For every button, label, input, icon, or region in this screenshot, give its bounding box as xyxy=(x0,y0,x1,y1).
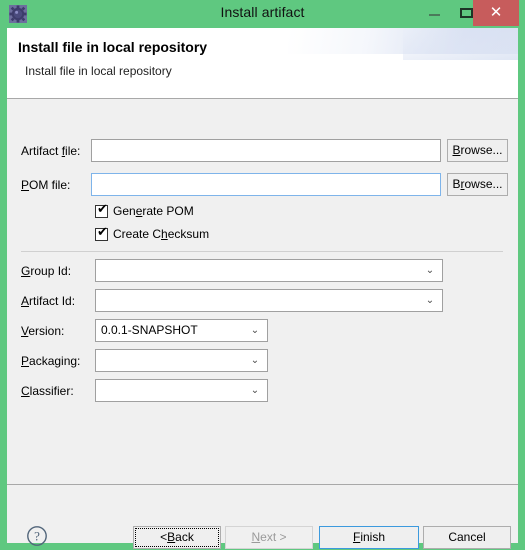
artifact-file-label: Artifact file: xyxy=(21,144,81,158)
close-icon: ✕ xyxy=(489,4,503,21)
cancel-button[interactable]: Cancel xyxy=(423,526,511,549)
chevron-down-icon: ⌄ xyxy=(425,294,435,306)
next-button-label: Next > xyxy=(251,530,287,544)
create-checksum-label: Create Checksum xyxy=(113,227,210,241)
pom-file-label: POM file: xyxy=(21,178,71,192)
section-divider xyxy=(21,251,503,252)
minimize-icon xyxy=(429,14,440,16)
banner-gradient-decoration-2 xyxy=(403,28,518,60)
classifier-label: Classifier: xyxy=(21,384,74,398)
group-id-label: Group Id: xyxy=(21,264,72,278)
classifier-combo[interactable]: ⌄ xyxy=(95,379,268,402)
finish-button-label: Finish xyxy=(352,530,386,544)
artifact-file-input[interactable] xyxy=(91,139,441,162)
wizard-title: Install file in local repository xyxy=(18,39,208,55)
version-label: Version: xyxy=(21,324,65,338)
next-button[interactable]: Next > xyxy=(225,526,313,549)
dialog-client-area: Install file in local repository Install… xyxy=(7,28,518,549)
version-value: 0.0.1-SNAPSHOT xyxy=(101,323,198,337)
version-combo[interactable]: 0.0.1-SNAPSHOT ⌄ xyxy=(95,319,268,342)
close-button[interactable]: ✕ xyxy=(473,0,519,26)
chevron-down-icon: ⌄ xyxy=(250,324,260,336)
checkmark-icon: ✔ xyxy=(97,202,108,217)
finish-button[interactable]: Finish xyxy=(319,526,419,549)
cancel-button-label: Cancel xyxy=(448,530,486,544)
wizard-header: Install file in local repository Install… xyxy=(7,28,518,98)
generate-pom-label: Generate POM xyxy=(113,204,194,218)
group-id-combo[interactable]: ⌄ xyxy=(95,259,443,282)
maximize-icon xyxy=(460,8,473,18)
back-button-label: < Back xyxy=(160,530,194,544)
dialog-button-bar: ? < Back Next > Finish Cancel xyxy=(7,485,518,549)
help-icon[interactable]: ? xyxy=(26,525,48,547)
generate-pom-checkbox-box: ✔ xyxy=(95,202,108,218)
pom-file-browse-button[interactable]: Browse... xyxy=(447,173,508,196)
chevron-down-icon: ⌄ xyxy=(250,354,260,366)
packaging-combo[interactable]: ⌄ xyxy=(95,349,268,372)
artifact-file-browse-button[interactable]: Browse... xyxy=(447,139,508,162)
artifact-id-combo[interactable]: ⌄ xyxy=(95,289,443,312)
title-bar: Install artifact ✕ xyxy=(0,0,525,28)
artifact-id-label: Artifact Id: xyxy=(21,294,76,308)
pom-file-input[interactable] xyxy=(91,173,441,196)
chevron-down-icon: ⌄ xyxy=(250,384,260,396)
minimize-button[interactable] xyxy=(420,0,450,26)
form-area: Artifact file: Browse... POM file: Brows… xyxy=(7,99,518,484)
install-artifact-dialog: Install artifact ✕ Install file in local… xyxy=(0,0,525,550)
checkmark-icon: ✔ xyxy=(97,225,108,240)
back-button[interactable]: < Back xyxy=(133,526,221,549)
chevron-down-icon: ⌄ xyxy=(425,264,435,276)
svg-text:?: ? xyxy=(34,529,40,544)
packaging-label: Packaging: xyxy=(21,354,81,368)
wizard-subtitle: Install file in local repository xyxy=(25,64,172,78)
create-checksum-checkbox-box: ✔ xyxy=(95,225,108,241)
